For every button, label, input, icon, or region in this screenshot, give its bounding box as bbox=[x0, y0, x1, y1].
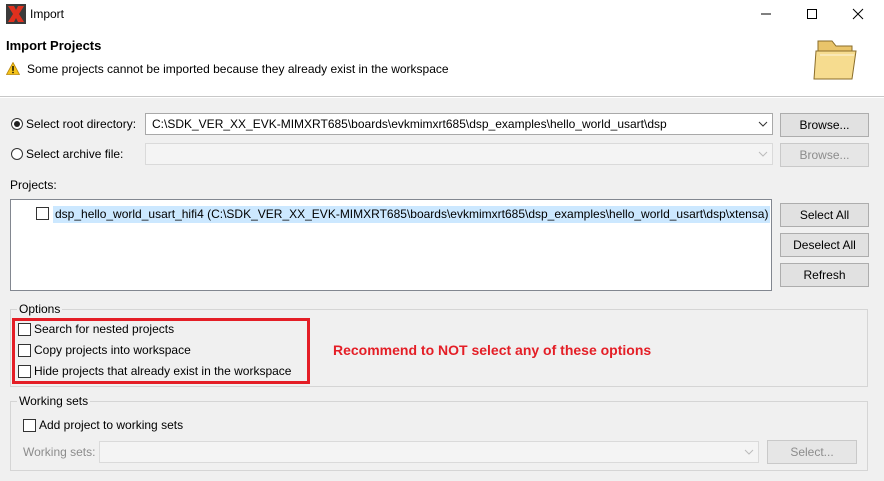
add-working-sets-checkbox[interactable] bbox=[23, 419, 36, 432]
root-directory-radio[interactable] bbox=[11, 118, 23, 130]
page-title: Import Projects bbox=[6, 38, 102, 53]
options-group-title: Options bbox=[17, 302, 63, 316]
chevron-down-icon bbox=[744, 449, 754, 455]
options-highlight-box bbox=[12, 318, 310, 384]
close-button[interactable] bbox=[836, 0, 880, 28]
maximize-button[interactable] bbox=[790, 0, 834, 28]
browse-archive-button[interactable]: Browse... bbox=[780, 143, 869, 167]
root-directory-label: Select root directory: bbox=[26, 117, 137, 131]
project-checkbox[interactable] bbox=[36, 207, 49, 220]
refresh-button[interactable]: Refresh bbox=[780, 263, 869, 287]
archive-file-label: Select archive file: bbox=[26, 147, 124, 161]
chevron-down-icon bbox=[758, 151, 768, 157]
warning-message: Some projects cannot be imported because… bbox=[27, 62, 449, 76]
root-directory-combo[interactable]: C:\SDK_VER_XX_EVK-MIMXRT685\boards\evkmi… bbox=[145, 113, 773, 135]
chevron-down-icon bbox=[758, 121, 768, 127]
archive-file-combo[interactable] bbox=[145, 143, 773, 165]
working-sets-dropdown[interactable] bbox=[740, 442, 758, 462]
add-working-sets-label: Add project to working sets bbox=[39, 418, 184, 432]
maximize-icon bbox=[807, 9, 817, 19]
folder-icon bbox=[813, 40, 857, 80]
header-divider-highlight bbox=[0, 97, 884, 98]
minimize-icon bbox=[761, 13, 771, 15]
minimize-button[interactable] bbox=[744, 0, 788, 28]
select-working-sets-button[interactable]: Select... bbox=[767, 440, 857, 464]
root-directory-dropdown[interactable] bbox=[754, 114, 772, 134]
projects-label: Projects: bbox=[10, 178, 57, 192]
working-sets-combo[interactable] bbox=[99, 441, 759, 463]
options-annotation: Recommend to NOT select any of these opt… bbox=[333, 342, 652, 358]
archive-file-radio[interactable] bbox=[11, 148, 23, 160]
close-icon bbox=[852, 8, 864, 20]
app-logo-icon bbox=[6, 4, 26, 24]
archive-file-dropdown[interactable] bbox=[754, 144, 772, 164]
deselect-all-button[interactable]: Deselect All bbox=[780, 233, 869, 257]
select-all-button[interactable]: Select All bbox=[780, 203, 869, 227]
working-sets-group-title: Working sets bbox=[17, 394, 91, 408]
warning-icon bbox=[6, 62, 20, 75]
working-sets-field-label: Working sets: bbox=[23, 445, 96, 459]
browse-root-button[interactable]: Browse... bbox=[780, 113, 869, 137]
project-item-label[interactable]: dsp_hello_world_usart_hifi4 (C:\SDK_VER_… bbox=[53, 206, 771, 223]
window-title: Import bbox=[30, 7, 65, 21]
root-directory-value: C:\SDK_VER_XX_EVK-MIMXRT685\boards\evkmi… bbox=[152, 117, 667, 131]
